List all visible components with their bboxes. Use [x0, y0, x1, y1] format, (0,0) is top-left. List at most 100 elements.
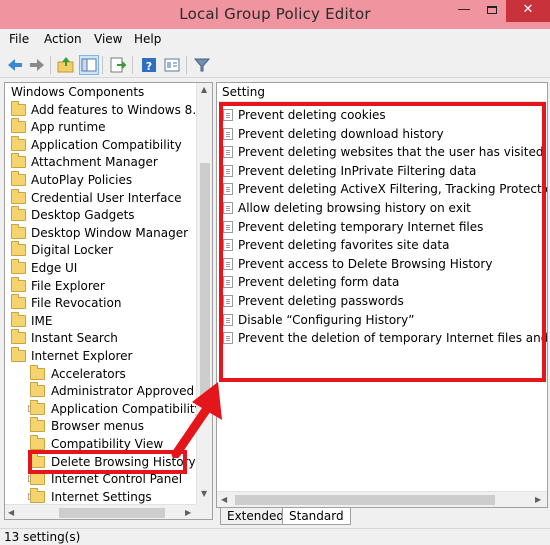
tab-extended[interactable]: Extended — [220, 508, 291, 525]
close-button[interactable]: ✕ — [506, 0, 550, 22]
show-hide-tree-icon[interactable] — [79, 55, 99, 75]
tree-item[interactable]: Digital Locker — [5, 241, 193, 259]
list-hscroll-thumb[interactable] — [235, 495, 495, 505]
toolbar: ? — [0, 51, 550, 78]
svg-text:?: ? — [146, 60, 152, 73]
folder-icon — [11, 241, 26, 257]
tree-item[interactable]: ▷File Explorer — [5, 276, 193, 295]
folder-icon — [11, 118, 26, 134]
tree-item-label: Browser menus — [51, 419, 144, 434]
tree-item[interactable]: Desktop Gadgets — [5, 206, 193, 224]
scroll-left-arrow-icon[interactable]: ◀ — [8, 508, 14, 517]
back-icon[interactable] — [5, 55, 25, 75]
tree-item[interactable]: Accelerators — [5, 364, 193, 383]
setting-column-header[interactable]: Setting — [217, 83, 547, 102]
folder-icon — [11, 135, 26, 151]
status-bar: 13 setting(s) — [0, 528, 550, 545]
folder-icon — [11, 329, 26, 345]
tree-item-label: Internet Explorer — [31, 349, 133, 363]
tree-scroll-thumb[interactable] — [200, 163, 210, 397]
tree-item-label: IME — [31, 313, 53, 328]
folder-icon — [11, 100, 26, 116]
settings-highlight-box — [219, 102, 546, 382]
tree-item-label: App runtime — [31, 120, 106, 135]
folder-icon — [11, 223, 26, 239]
scroll-down-arrow-icon[interactable]: ▼ — [201, 489, 207, 498]
tree-item[interactable]: Credential User Interface — [5, 188, 193, 207]
scroll-right-arrow-icon[interactable]: ▶ — [185, 508, 191, 517]
folder-icon — [30, 487, 45, 503]
tree-item[interactable]: App runtime — [5, 118, 193, 136]
scroll-up-arrow-icon[interactable]: ▲ — [201, 85, 207, 94]
folder-icon — [11, 276, 26, 292]
minimize-button[interactable]: — — [450, 0, 478, 22]
folder-icon — [30, 399, 45, 415]
folder-icon — [11, 153, 26, 169]
tree-item-label: AutoPlay Policies — [31, 173, 133, 187]
menu-file[interactable]: File — [9, 32, 29, 46]
selected-node-highlight-box — [28, 450, 187, 474]
toolbar-separator — [186, 56, 187, 74]
tree-item-label: Attachment Manager — [31, 155, 158, 170]
tree-item[interactable]: IME — [5, 311, 193, 330]
tree-item-label: Windows Components — [11, 85, 145, 99]
scroll-corner — [196, 504, 212, 519]
tree-item[interactable]: ◢Internet Explorer — [5, 347, 193, 365]
tree-item-label: Edge UI — [31, 261, 78, 275]
folder-icon — [30, 470, 45, 486]
tree-item[interactable]: ▷Desktop Window Manager — [5, 223, 193, 242]
tree-item[interactable]: AutoPlay Policies — [5, 171, 193, 189]
filter-icon[interactable] — [192, 55, 212, 75]
folder-icon — [30, 364, 45, 380]
export-list-icon[interactable] — [108, 55, 128, 75]
tree-hscroll-thumb[interactable] — [59, 508, 165, 518]
tree-item[interactable]: Browser menus — [5, 417, 193, 435]
forward-icon[interactable] — [27, 55, 47, 75]
tree-item-label: Desktop Gadgets — [31, 208, 135, 223]
menu-help[interactable]: Help — [134, 32, 161, 46]
scroll-right-arrow-icon[interactable]: ▶ — [535, 495, 541, 504]
folder-icon — [11, 206, 26, 222]
tree-item-label: Digital Locker — [31, 243, 113, 258]
tree-item-label: File Explorer — [31, 278, 105, 293]
tree-item-label: Instant Search — [31, 331, 118, 346]
title-bar: Local Group Policy Editor — ✕ — [0, 0, 550, 29]
folder-icon — [30, 435, 45, 450]
toolbar-separator — [132, 56, 133, 74]
tab-standard[interactable]: Standard — [282, 508, 351, 525]
tree-item-label: Credential User Interface — [31, 190, 182, 205]
view-tabs: Extended Standard — [216, 508, 548, 526]
folder-icon — [11, 294, 26, 310]
up-folder-icon[interactable] — [56, 55, 76, 75]
menu-view[interactable]: View — [94, 32, 122, 46]
tree-item-label: Application Compatibility — [31, 137, 182, 152]
help-icon[interactable]: ? — [139, 55, 159, 75]
tree-item[interactable]: Instant Search — [5, 329, 193, 347]
toolbar-separator — [50, 56, 51, 74]
tree-item[interactable]: ▷Application Compatibility — [5, 399, 202, 418]
scroll-left-arrow-icon[interactable]: ◀ — [221, 495, 227, 504]
folder-icon — [11, 188, 26, 204]
tree-item-label: Accelerators — [51, 366, 126, 381]
maximize-icon — [487, 6, 497, 14]
tree-item[interactable]: Add features to Windows 8.1 — [5, 100, 204, 119]
tree-item[interactable]: File Revocation — [5, 294, 193, 312]
tree-item-label: File Revocation — [31, 296, 122, 311]
folder-icon — [11, 259, 26, 274]
list-horizontal-scrollbar[interactable]: ◀ ▶ — [217, 491, 547, 507]
tree-horizontal-scrollbar[interactable]: ◀ ▶ — [5, 504, 196, 519]
tree-item[interactable]: Attachment Manager — [5, 153, 193, 171]
tree-item-label: Add features to Windows 8.1 — [31, 102, 204, 117]
menu-bar: File Action View Help — [0, 29, 550, 51]
tree-item[interactable]: Windows Components — [5, 83, 193, 101]
tree-item[interactable]: Administrator Approved Co — [5, 382, 212, 400]
menu-action[interactable]: Action — [44, 32, 82, 46]
folder-icon — [11, 171, 26, 186]
tree-item[interactable]: Application Compatibility — [5, 135, 193, 154]
maximize-button[interactable] — [478, 0, 506, 22]
folder-icon — [11, 311, 26, 327]
folder-icon — [30, 417, 45, 433]
properties-icon[interactable] — [162, 55, 182, 75]
tree-item[interactable]: Edge UI — [5, 259, 193, 277]
highlight-arrow-icon — [171, 382, 222, 458]
